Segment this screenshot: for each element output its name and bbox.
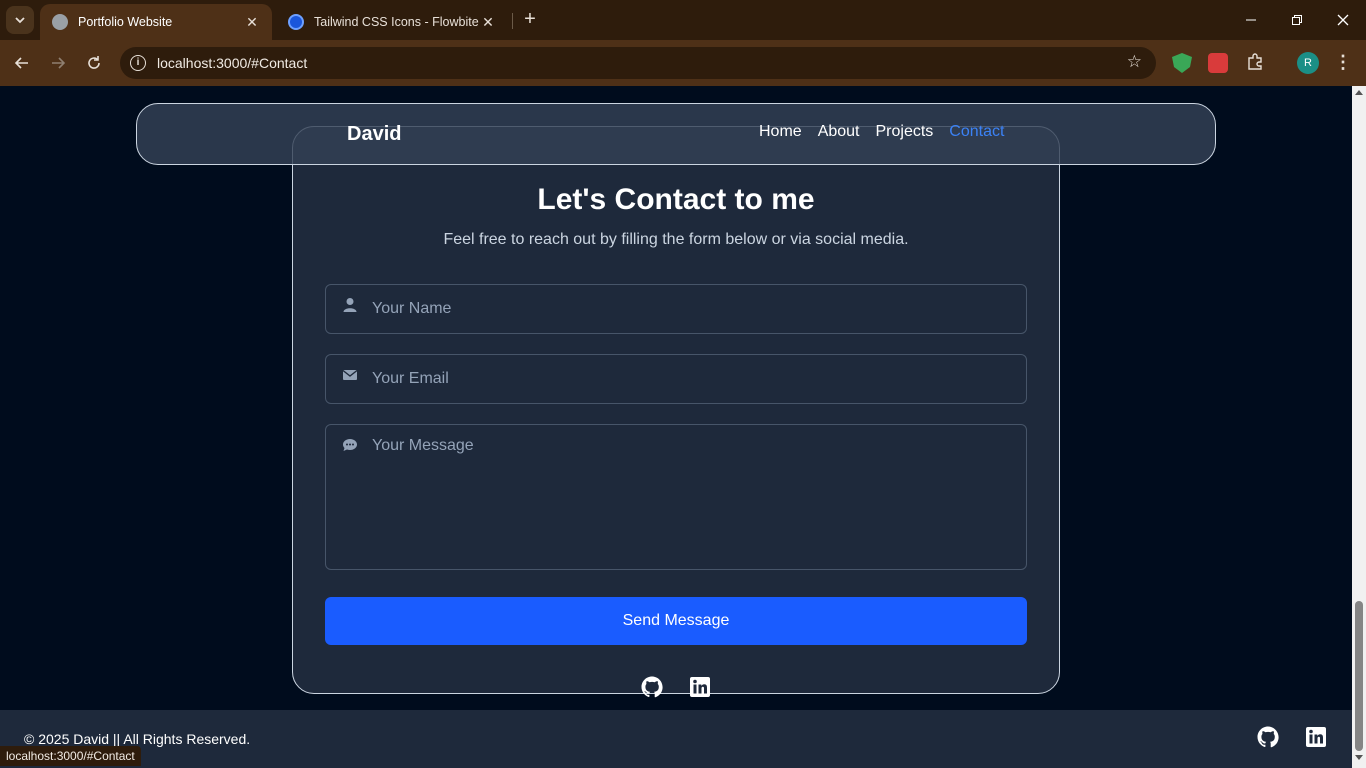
arrow-left-icon [14,57,28,69]
contact-card: Let's Contact to me Feel free to reach o… [292,126,1060,698]
browser-tab-bar: Portfolio Website ✕ Tailwind CSS Icons -… [0,0,1366,40]
tab-title: Tailwind CSS Icons - Flowbite [314,15,479,29]
forward-button[interactable] [46,51,70,75]
minimize-icon [1246,19,1256,21]
tab-separator [512,13,513,29]
github-icon[interactable] [1256,725,1280,749]
contact-subtitle: Feel free to reach out by filling the fo… [443,231,909,248]
chat-bubble-icon [343,439,357,451]
scrollbar-thumb[interactable] [1355,601,1363,751]
reload-icon [88,56,100,69]
name-input[interactable] [372,285,1016,333]
browser-menu-icon[interactable]: ⋮ [1333,52,1353,74]
site-info-icon[interactable]: i [130,55,146,71]
address-bar[interactable]: i localhost:3000/#Contact ☆ [120,47,1156,79]
restore-icon [1292,15,1302,25]
message-field[interactable] [325,424,1027,570]
bookmark-star-icon[interactable]: ☆ [1127,52,1142,72]
footer-socials [1256,725,1328,749]
close-tab-icon[interactable]: ✕ [244,14,260,30]
scroll-down-arrow-icon[interactable] [1355,755,1363,760]
brand-logo[interactable]: David [347,123,401,146]
user-icon [343,298,357,312]
close-window-button[interactable] [1320,0,1366,40]
email-input[interactable] [372,355,1016,403]
reload-button[interactable] [82,51,106,75]
page-viewport: Let's Contact to me Feel free to reach o… [0,86,1352,768]
back-button[interactable] [10,51,34,75]
tab-title: Portfolio Website [78,15,173,29]
name-field[interactable] [325,284,1027,334]
puzzle-icon [1248,53,1262,70]
contact-socials [293,675,1059,699]
linkedin-icon[interactable] [688,675,712,699]
send-message-button[interactable]: Send Message [325,597,1027,645]
contact-heading: Let's Contact to me [537,183,815,216]
email-field[interactable] [325,354,1027,404]
tab-search-button[interactable] [6,6,34,34]
close-tab-icon[interactable]: ✕ [480,14,496,30]
scroll-up-arrow-icon[interactable] [1355,90,1363,95]
close-icon [1337,14,1349,26]
globe-icon [52,14,68,30]
envelope-icon [342,369,358,380]
nav-link-about[interactable]: About [818,123,860,141]
arrow-right-icon [52,57,66,69]
footer-copyright: © 2025 David || All Rights Reserved. [24,731,251,747]
red-extension-icon[interactable] [1208,53,1228,73]
linkedin-icon[interactable] [1304,725,1328,749]
navbar: David Home About Projects Contact [136,103,1216,165]
nav-link-home[interactable]: Home [759,123,802,141]
profile-avatar[interactable]: R [1297,52,1319,74]
message-textarea[interactable] [372,437,1016,557]
extensions-puzzle-icon[interactable] [1245,53,1265,73]
footer: © 2025 David || All Rights Reserved. [0,710,1352,768]
status-url-tooltip: localhost:3000/#Contact [0,746,141,766]
github-icon[interactable] [640,675,664,699]
minimize-button[interactable] [1228,0,1274,40]
restore-button[interactable] [1274,0,1320,40]
chevron-down-icon [15,17,25,24]
nav-links: Home About Projects Contact [759,123,1004,141]
tab-portfolio-website[interactable]: Portfolio Website ✕ [40,4,272,40]
address-url[interactable]: localhost:3000/#Contact [157,55,307,71]
flowbite-icon [288,14,304,30]
tab-tailwind-icons[interactable]: Tailwind CSS Icons - Flowbite ✕ [276,4,508,40]
page-scrollbar[interactable] [1352,86,1366,768]
nav-link-contact[interactable]: Contact [949,123,1004,141]
new-tab-button[interactable]: + [520,9,540,30]
nav-link-projects[interactable]: Projects [876,123,934,141]
